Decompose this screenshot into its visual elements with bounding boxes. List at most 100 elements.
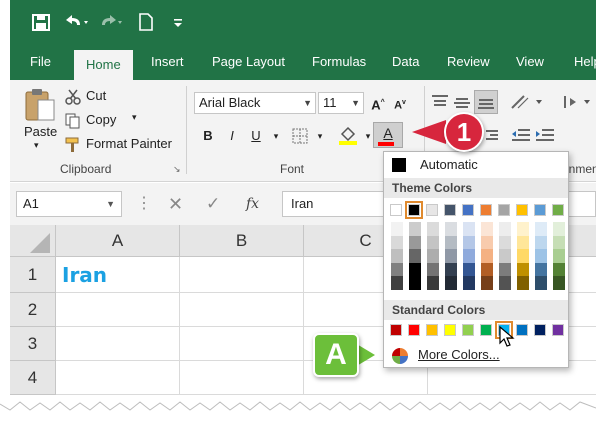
automatic-color-option[interactable]: Automatic <box>384 154 568 176</box>
theme-color-swatch[interactable] <box>534 204 546 216</box>
top-align-icon[interactable] <box>430 92 450 112</box>
chevron-down-icon[interactable]: ▼ <box>303 93 312 113</box>
tab-data[interactable]: Data <box>392 44 419 80</box>
column-header-b[interactable]: B <box>180 225 304 257</box>
standard-color-swatch[interactable] <box>462 324 474 336</box>
row-header-2[interactable]: 2 <box>10 293 56 327</box>
shade-swatch[interactable] <box>463 222 475 236</box>
cell-b1[interactable] <box>180 257 304 293</box>
shade-swatch[interactable] <box>409 276 421 290</box>
borders-button[interactable] <box>290 126 310 146</box>
cell-a3[interactable] <box>56 327 180 361</box>
row-header-1[interactable]: 1 <box>10 257 56 293</box>
bottom-align-icon[interactable] <box>474 90 498 114</box>
shade-swatch[interactable] <box>427 276 439 290</box>
shade-swatch[interactable] <box>427 249 439 263</box>
shade-swatch[interactable] <box>553 222 565 236</box>
cell-b3[interactable] <box>180 327 304 361</box>
shade-swatch[interactable] <box>445 262 457 277</box>
shade-swatch[interactable] <box>391 276 403 290</box>
customize-icon[interactable] <box>172 10 184 34</box>
format-painter-button[interactable]: Format Painter <box>64 134 184 156</box>
cell-b4[interactable] <box>180 361 304 395</box>
tab-formulas[interactable]: Formulas <box>312 44 366 80</box>
cell-b2[interactable] <box>180 293 304 327</box>
font-color-button[interactable]: A <box>373 122 403 148</box>
chevron-down-icon[interactable]: ▼ <box>106 192 115 216</box>
shade-swatch[interactable] <box>553 276 565 290</box>
standard-color-swatch[interactable] <box>516 324 528 336</box>
tab-view[interactable]: View <box>516 44 544 80</box>
shade-swatch[interactable] <box>499 249 511 263</box>
redo-icon[interactable] <box>98 10 128 34</box>
shade-swatch[interactable] <box>499 276 511 290</box>
shade-swatch[interactable] <box>463 249 475 263</box>
decrease-font-size-button[interactable]: Av <box>390 93 410 113</box>
shade-swatch[interactable] <box>445 276 457 290</box>
new-file-icon[interactable] <box>138 10 154 34</box>
theme-color-swatch[interactable] <box>462 204 474 216</box>
shade-swatch[interactable] <box>481 249 493 263</box>
shade-swatch[interactable] <box>553 249 565 263</box>
shade-swatch[interactable] <box>535 262 547 277</box>
theme-color-shades[interactable] <box>445 222 457 290</box>
shade-swatch[interactable] <box>391 222 403 236</box>
copy-button[interactable]: Copy ▾ <box>64 110 154 132</box>
shade-swatch[interactable] <box>427 222 439 236</box>
cell-a2[interactable] <box>56 293 180 327</box>
select-all-corner[interactable] <box>10 225 56 257</box>
increase-indent-icon[interactable] <box>534 126 554 144</box>
shade-swatch[interactable] <box>391 249 403 263</box>
fill-color-button[interactable] <box>338 124 358 145</box>
theme-color-swatch[interactable] <box>426 204 438 216</box>
shade-swatch[interactable] <box>391 235 403 250</box>
shade-swatch[interactable] <box>409 235 421 250</box>
shade-swatch[interactable] <box>481 262 493 277</box>
theme-color-shades[interactable] <box>535 222 547 290</box>
row-header-4[interactable]: 4 <box>10 361 56 395</box>
chevron-down-icon[interactable]: ▼ <box>351 93 360 113</box>
font-name-box[interactable]: Arial Black ▼ <box>194 92 316 114</box>
theme-color-swatch[interactable] <box>390 204 402 216</box>
standard-color-swatch[interactable] <box>408 324 420 336</box>
tab-file[interactable]: File <box>30 44 51 80</box>
shade-swatch[interactable] <box>481 222 493 236</box>
name-box[interactable]: A1 ▼ <box>16 191 122 217</box>
shade-swatch[interactable] <box>463 262 475 277</box>
standard-color-swatch[interactable] <box>552 324 564 336</box>
tab-help[interactable]: Help <box>574 44 596 80</box>
paste-dropdown-icon[interactable]: ▾ <box>34 140 39 151</box>
shade-swatch[interactable] <box>517 235 529 250</box>
row-header-3[interactable]: 3 <box>10 327 56 361</box>
underline-dropdown-icon[interactable]: ▾ <box>266 126 286 146</box>
decrease-indent-icon[interactable] <box>510 126 530 144</box>
theme-color-swatch[interactable] <box>552 204 564 216</box>
shade-swatch[interactable] <box>553 262 565 277</box>
text-direction-icon[interactable] <box>562 92 596 112</box>
shade-swatch[interactable] <box>445 235 457 250</box>
shade-swatch[interactable] <box>409 222 421 236</box>
copy-dropdown-icon[interactable]: ▾ <box>132 112 137 123</box>
shade-swatch[interactable] <box>517 249 529 263</box>
theme-color-shades[interactable] <box>481 222 493 290</box>
dialog-launcher-icon[interactable]: ↘ <box>173 164 181 175</box>
column-header-a[interactable]: A <box>56 225 180 257</box>
theme-color-shades[interactable] <box>517 222 529 290</box>
cancel-icon[interactable]: ✕ <box>168 191 183 217</box>
shade-swatch[interactable] <box>499 222 511 236</box>
theme-color-swatch[interactable] <box>444 204 456 216</box>
increase-font-size-button[interactable]: A^ <box>368 93 388 113</box>
tab-page-layout[interactable]: Page Layout <box>212 44 285 80</box>
shade-swatch[interactable] <box>427 235 439 250</box>
shade-swatch[interactable] <box>481 235 493 250</box>
cut-button[interactable]: Cut <box>64 86 144 108</box>
save-icon[interactable] <box>32 10 50 34</box>
cell-a4[interactable] <box>56 361 180 395</box>
orientation-icon[interactable] <box>510 92 544 112</box>
undo-icon[interactable] <box>62 10 92 34</box>
shade-swatch[interactable] <box>535 222 547 236</box>
tab-insert[interactable]: Insert <box>151 44 184 80</box>
more-colors-option[interactable]: More Colors... <box>384 344 568 366</box>
shade-swatch[interactable] <box>553 235 565 250</box>
tab-review[interactable]: Review <box>447 44 490 80</box>
